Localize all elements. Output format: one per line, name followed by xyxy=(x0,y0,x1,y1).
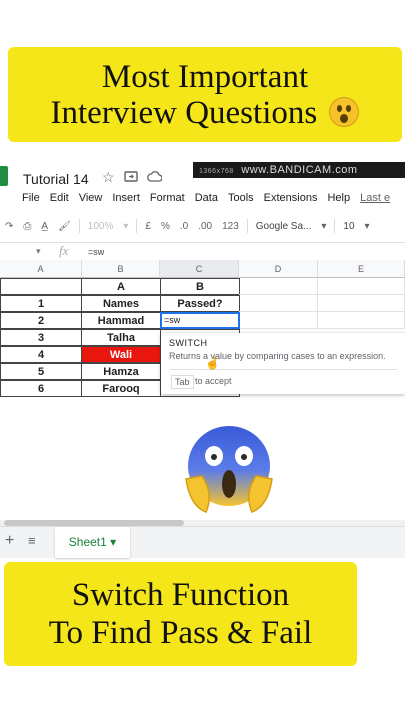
percent-format-button[interactable]: % xyxy=(156,221,175,232)
font-size-dropdown-icon[interactable]: ▾ xyxy=(360,221,375,232)
table-cell[interactable]: Talha xyxy=(81,329,161,346)
document-title[interactable]: Tutorial 14 xyxy=(23,171,89,187)
star-icon[interactable]: ☆ xyxy=(102,169,115,186)
menu-edit[interactable]: Edit xyxy=(45,192,74,210)
surprised-face-icon xyxy=(329,96,360,127)
recorder-resolution: 1366x768 xyxy=(199,168,234,175)
increase-decimal-button[interactable]: .00 xyxy=(193,221,217,232)
table-cell[interactable]: Wali xyxy=(81,346,161,363)
empty-cell[interactable] xyxy=(318,278,405,295)
empty-cell[interactable] xyxy=(239,312,318,329)
suggested-function-name[interactable]: SWITCH xyxy=(169,338,208,348)
formula-input[interactable]: =sw xyxy=(88,247,104,257)
table-header-a[interactable]: A xyxy=(81,278,161,295)
banner-subtitle-line1: Switch Function xyxy=(71,577,290,613)
menu-bar: File Edit View Insert Format Data Tools … xyxy=(0,192,395,210)
sheets-logo-icon[interactable] xyxy=(0,166,8,186)
print-icon[interactable]: ⎙ xyxy=(18,221,36,232)
currency-format-button[interactable]: £ xyxy=(140,221,156,232)
redo-icon[interactable]: ↷ xyxy=(0,221,18,232)
menu-view[interactable]: View xyxy=(74,192,108,210)
sheet-tab-sheet1[interactable]: Sheet1 ▾ xyxy=(55,527,130,558)
table-cell[interactable]: Farooq xyxy=(81,380,161,397)
tab-key-hint: Tab xyxy=(171,375,194,389)
menu-format[interactable]: Format xyxy=(145,192,190,210)
formula-autocomplete-popup[interactable]: SWITCH Returns a value by comparing case… xyxy=(161,333,405,394)
column-header-c[interactable]: C xyxy=(160,260,239,278)
column-header-b[interactable]: B xyxy=(82,260,160,278)
font-family-select[interactable]: Google Sa... xyxy=(251,221,317,232)
row-number[interactable]: 1 xyxy=(0,295,82,312)
sheet-tab-dropdown-icon[interactable]: ▾ xyxy=(110,535,116,549)
column-header-e[interactable]: E xyxy=(318,260,405,278)
menu-file[interactable]: File xyxy=(0,192,45,210)
menu-help[interactable]: Help xyxy=(322,192,355,210)
add-sheet-icon[interactable]: + xyxy=(5,532,14,550)
all-sheets-icon[interactable]: ≡ xyxy=(28,533,36,548)
subtitle-banner: Switch Function To Find Pass & Fail xyxy=(4,562,357,666)
row-number[interactable]: 2 xyxy=(0,312,82,329)
recorder-watermark: 1366x768 www.BANDICAM.com xyxy=(193,162,405,178)
table-cell[interactable]: Hammad xyxy=(81,312,161,329)
table-header-b[interactable]: B xyxy=(160,278,240,295)
row-number[interactable]: 5 xyxy=(0,363,82,380)
menu-insert[interactable]: Insert xyxy=(107,192,145,210)
font-size-select[interactable]: 10 xyxy=(338,221,359,232)
title-bar: Tutorial 14 ☆ 1366x768 www.BANDICAM.com xyxy=(0,158,405,188)
sheet-tab-label: Sheet1 xyxy=(68,535,107,549)
cloud-status-icon[interactable] xyxy=(147,169,163,185)
mouse-pointer-icon: ☝ xyxy=(205,356,220,370)
name-box-dropdown-icon[interactable]: ▾ xyxy=(36,246,41,257)
row-number[interactable]: 6 xyxy=(0,380,82,397)
screaming-face-icon xyxy=(185,426,273,513)
recorder-brand: www.BANDICAM.com xyxy=(241,164,358,176)
column-header-a[interactable]: A xyxy=(0,260,82,278)
empty-cell[interactable] xyxy=(239,295,318,312)
decrease-decimal-button[interactable]: .0 xyxy=(175,221,193,232)
table-cell[interactable]: Passed? xyxy=(160,295,240,312)
title-banner: Most Important Interview Questions xyxy=(8,47,402,142)
banner-subtitle-line2: To Find Pass & Fail xyxy=(48,615,313,651)
menu-data[interactable]: Data xyxy=(190,192,223,210)
active-cell-editor[interactable]: =sw xyxy=(160,312,240,329)
table-cell[interactable]: Hamza xyxy=(81,363,161,380)
empty-cell[interactable] xyxy=(239,278,318,295)
paint-format-icon[interactable]: 🖌 xyxy=(53,221,76,232)
toolbar: ↷ ⎙ A̲ 🖌 100% ▾ £ % .0 .00 123 Google Sa… xyxy=(0,215,405,237)
empty-cell[interactable] xyxy=(318,312,405,329)
menu-extensions[interactable]: Extensions xyxy=(259,192,323,210)
zoom-select[interactable]: 100% xyxy=(83,221,119,232)
accept-hint: to accept xyxy=(195,376,232,386)
table-cell[interactable]: Names xyxy=(81,295,161,312)
zoom-dropdown-icon[interactable]: ▾ xyxy=(118,221,133,232)
menu-tools[interactable]: Tools xyxy=(223,192,259,210)
move-folder-icon[interactable] xyxy=(124,169,138,185)
function-description: Returns a value by comparing cases to an… xyxy=(169,351,386,361)
row-number[interactable]: 3 xyxy=(0,329,82,346)
spelling-icon[interactable]: A̲ xyxy=(36,221,53,232)
column-header-d[interactable]: D xyxy=(239,260,318,278)
row-number[interactable]: 4 xyxy=(0,346,82,363)
fx-icon: fx xyxy=(59,243,69,258)
last-edit-link[interactable]: Last e xyxy=(355,192,395,210)
sheet-tab-bar: + ≡ Sheet1 ▾ xyxy=(0,526,405,558)
table-row-label[interactable] xyxy=(0,278,82,295)
font-dropdown-icon[interactable]: ▾ xyxy=(316,221,331,232)
formula-bar: ▾ fx =sw xyxy=(0,242,405,262)
banner-title-line1: Most Important xyxy=(101,58,309,95)
empty-cell[interactable] xyxy=(318,295,405,312)
more-formats-button[interactable]: 123 xyxy=(217,221,244,232)
banner-title-line2: Interview Questions xyxy=(50,94,318,131)
